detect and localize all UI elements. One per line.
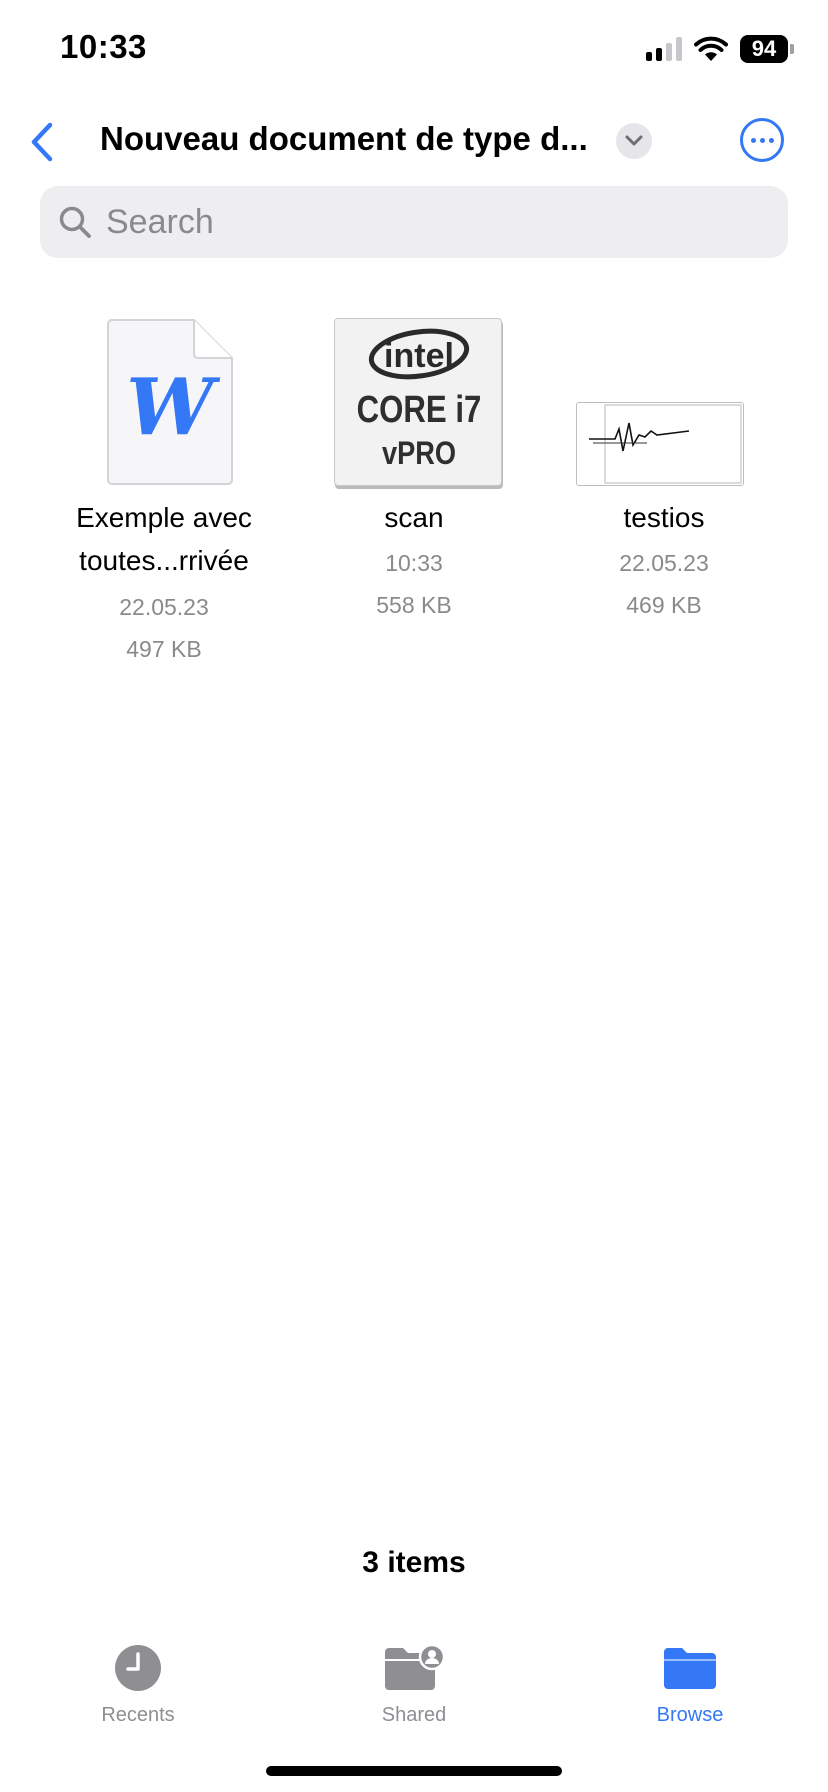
chevron-left-icon (31, 122, 53, 162)
more-options-button[interactable] (740, 118, 784, 162)
tab-shared[interactable]: Shared (314, 1640, 514, 1727)
battery-icon: 94 (740, 35, 794, 63)
home-indicator[interactable] (266, 1766, 562, 1776)
core-i7-text: CORE i7 (356, 389, 482, 431)
file-name: Exemple avec toutes...rrivée (76, 502, 252, 576)
search-bar[interactable] (40, 186, 788, 258)
file-item[interactable]: W Exemple avec toutes...rrivée 22.05.23 … (54, 318, 274, 668)
shared-folder-icon (385, 1644, 445, 1690)
file-date: 10:33 (385, 550, 443, 576)
file-date: 22.05.23 (619, 550, 709, 576)
search-input[interactable] (106, 202, 746, 242)
file-item[interactable]: intel CORE i7 vPRO scan 10:33 558 KB (304, 318, 524, 628)
tab-bar: Recents Shared Browse (0, 1628, 828, 1748)
file-name: testios (623, 502, 705, 533)
chevron-down-icon (625, 135, 643, 146)
file-size: 558 KB (376, 592, 452, 618)
search-icon (56, 203, 94, 241)
back-button[interactable] (22, 120, 62, 164)
battery-level: 94 (740, 35, 788, 63)
scan-thumbnail: intel CORE i7 vPRO (334, 318, 502, 486)
signature-thumbnail (576, 402, 744, 486)
folder-icon (664, 1648, 716, 1689)
title-menu-button[interactable] (616, 123, 652, 159)
page-title: Nouveau document de type d... (100, 120, 588, 157)
items-count: 3 items (362, 1546, 466, 1579)
word-document-icon: W (106, 318, 234, 486)
file-date: 22.05.23 (119, 594, 209, 620)
file-item[interactable]: testios 22.05.23 469 KB (554, 318, 774, 628)
file-size: 497 KB (126, 636, 202, 662)
tab-recents[interactable]: Recents (38, 1640, 238, 1727)
tab-browse[interactable]: Browse (590, 1640, 790, 1727)
vpro-text: vPRO (381, 435, 457, 471)
intel-brand-text: intel (384, 337, 454, 375)
tab-label: Shared (381, 1704, 447, 1726)
status-time: 10:33 (60, 28, 147, 65)
file-size: 469 KB (626, 592, 702, 618)
word-letter: W (126, 362, 214, 453)
tab-label: Browse (656, 1704, 724, 1726)
tab-label: Recents (101, 1704, 175, 1726)
status-indicators: 94 (646, 34, 794, 64)
file-name: scan (384, 502, 444, 533)
wifi-icon (694, 36, 728, 61)
ellipsis-icon (750, 137, 756, 143)
clock-icon (115, 1645, 161, 1691)
status-bar: 10:33 94 (0, 0, 828, 100)
navigation-bar: Nouveau document de type d... (0, 100, 828, 182)
cellular-signal-icon (646, 37, 682, 61)
